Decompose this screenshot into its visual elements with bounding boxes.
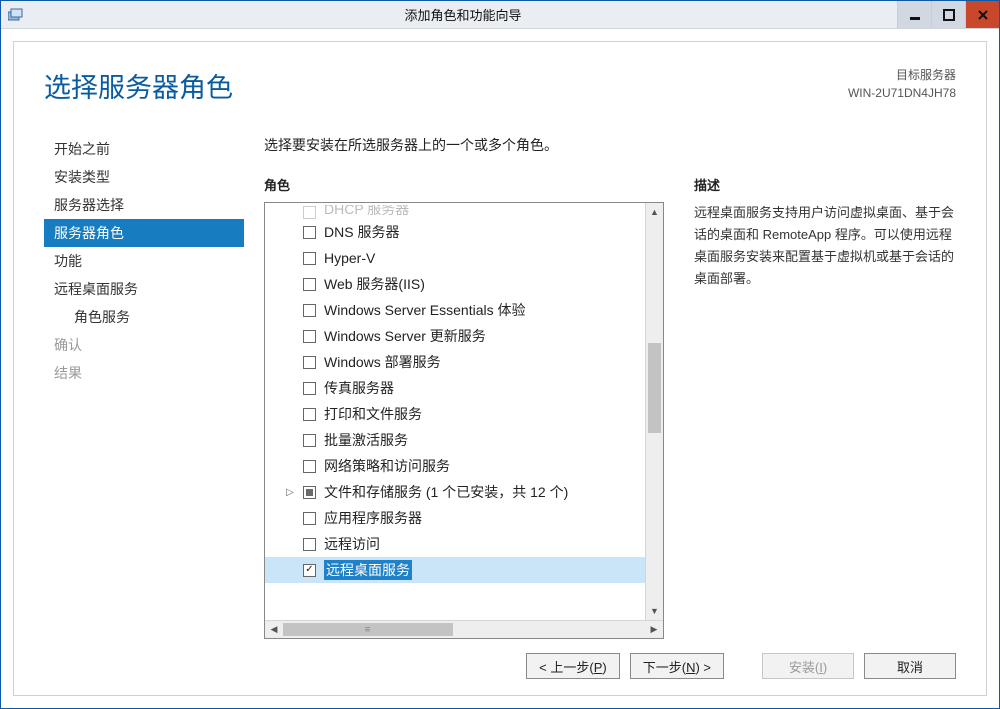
scroll-up-icon[interactable]: ▲ — [646, 203, 663, 221]
roles-panel: 角色 DHCP 服务器 DNS 服务器 Hyper-V Web 服务器(IIS) Win… — [264, 175, 664, 639]
target-info: 目标服务器 WIN-2U71DN4JH78 — [848, 66, 956, 102]
role-row[interactable]: Windows 部署服务 — [265, 349, 645, 375]
role-row[interactable]: ▷ 文件和存储服务 (1 个已安装，共 12 个) — [265, 479, 645, 505]
titlebar: 添加角色和功能向导 — [1, 1, 999, 29]
role-row[interactable]: Windows Server Essentials 体验 — [265, 297, 645, 323]
footer-buttons: < 上一步(P) 下一步(N) > 安装(I) 取消 — [44, 639, 956, 679]
previous-button[interactable]: < 上一步(P) — [526, 653, 620, 679]
role-label: Hyper-V — [324, 250, 375, 266]
checkbox[interactable] — [303, 564, 316, 577]
role-label: 文件和存储服务 (1 个已安装，共 12 个) — [324, 482, 568, 502]
checkbox[interactable] — [303, 206, 316, 219]
nav-item-5[interactable]: 远程桌面服务 — [44, 275, 244, 303]
role-row[interactable]: DHCP 服务器 — [265, 205, 645, 219]
role-label: Windows Server Essentials 体验 — [324, 300, 526, 320]
nav-item-1[interactable]: 安装类型 — [44, 163, 244, 191]
checkbox[interactable] — [303, 486, 316, 499]
horizontal-scrollbar[interactable]: ◀ ≡ ▶ — [265, 620, 663, 638]
checkbox[interactable] — [303, 460, 316, 473]
checkbox[interactable] — [303, 408, 316, 421]
close-button[interactable] — [965, 1, 999, 28]
role-row[interactable]: Web 服务器(IIS) — [265, 271, 645, 297]
role-row[interactable]: DNS 服务器 — [265, 219, 645, 245]
role-label: 网络策略和访问服务 — [324, 456, 450, 476]
window-buttons — [897, 1, 999, 28]
checkbox[interactable] — [303, 512, 316, 525]
role-label: 应用程序服务器 — [324, 508, 422, 528]
role-row[interactable]: 远程桌面服务 — [265, 557, 645, 583]
window-title: 添加角色和功能向导 — [29, 5, 897, 24]
checkbox[interactable] — [303, 278, 316, 291]
role-row[interactable]: Hyper-V — [265, 245, 645, 271]
roles-list[interactable]: DHCP 服务器 DNS 服务器 Hyper-V Web 服务器(IIS) Window… — [265, 203, 645, 620]
nav-item-6[interactable]: 角色服务 — [44, 303, 244, 331]
nav-item-3[interactable]: 服务器角色 — [44, 219, 244, 247]
role-label: DNS 服务器 — [324, 222, 399, 242]
role-row[interactable]: 打印和文件服务 — [265, 401, 645, 427]
app-icon — [1, 8, 29, 21]
checkbox[interactable] — [303, 434, 316, 447]
content: 选择服务器角色 目标服务器 WIN-2U71DN4JH78 开始之前安装类型服务… — [1, 29, 999, 708]
minimize-button[interactable] — [897, 1, 931, 28]
scroll-thumb[interactable] — [648, 343, 661, 433]
main-panel: 选择要安装在所选服务器上的一个或多个角色。 角色 DHCP 服务器 DNS 服务器… — [264, 135, 956, 639]
role-row[interactable]: 批量激活服务 — [265, 427, 645, 453]
role-row[interactable]: 应用程序服务器 — [265, 505, 645, 531]
inner-panel: 选择服务器角色 目标服务器 WIN-2U71DN4JH78 开始之前安装类型服务… — [13, 41, 987, 696]
checkbox[interactable] — [303, 538, 316, 551]
instruction-text: 选择要安装在所选服务器上的一个或多个角色。 — [264, 135, 956, 155]
checkbox[interactable] — [303, 356, 316, 369]
role-label: Windows 部署服务 — [324, 352, 441, 372]
role-row[interactable]: 传真服务器 — [265, 375, 645, 401]
nav-item-8: 结果 — [44, 359, 244, 387]
role-label: 传真服务器 — [324, 378, 394, 398]
maximize-button[interactable] — [931, 1, 965, 28]
role-label: 远程桌面服务 — [324, 560, 412, 580]
checkbox[interactable] — [303, 330, 316, 343]
scroll-left-icon[interactable]: ◀ — [265, 624, 283, 635]
description-label: 描述 — [694, 175, 956, 194]
role-label: DHCP 服务器 — [324, 205, 409, 219]
checkbox[interactable] — [303, 252, 316, 265]
next-button[interactable]: 下一步(N) > — [630, 653, 724, 679]
target-name: WIN-2U71DN4JH78 — [848, 84, 956, 102]
role-label: 远程访问 — [324, 534, 380, 554]
description-text: 远程桌面服务支持用户访问虚拟桌面、基于会话的桌面和 RemoteApp 程序。可… — [694, 202, 956, 290]
nav-sidebar: 开始之前安装类型服务器选择服务器角色功能远程桌面服务角色服务确认结果 — [44, 135, 244, 639]
cancel-button[interactable]: 取消 — [864, 653, 956, 679]
checkbox[interactable] — [303, 382, 316, 395]
role-row[interactable]: 网络策略和访问服务 — [265, 453, 645, 479]
roles-listbox: DHCP 服务器 DNS 服务器 Hyper-V Web 服务器(IIS) Window… — [264, 202, 664, 639]
expand-icon[interactable]: ▷ — [285, 487, 295, 498]
role-label: 打印和文件服务 — [324, 404, 422, 424]
install-button: 安装(I) — [762, 653, 854, 679]
checkbox[interactable] — [303, 304, 316, 317]
nav-item-4[interactable]: 功能 — [44, 247, 244, 275]
role-row[interactable]: 远程访问 — [265, 531, 645, 557]
checkbox[interactable] — [303, 226, 316, 239]
role-label: Web 服务器(IIS) — [324, 274, 425, 294]
nav-item-7: 确认 — [44, 331, 244, 359]
role-label: Windows Server 更新服务 — [324, 326, 486, 346]
hscroll-thumb[interactable]: ≡ — [283, 623, 453, 636]
wizard-window: 添加角色和功能向导 选择服务器角色 目标服务器 WIN-2U71DN4JH78 — [0, 0, 1000, 709]
scroll-right-icon[interactable]: ▶ — [645, 624, 663, 635]
roles-label: 角色 — [264, 175, 664, 194]
page-title: 选择服务器角色 — [44, 66, 233, 105]
nav-item-2[interactable]: 服务器选择 — [44, 191, 244, 219]
scroll-down-icon[interactable]: ▼ — [646, 602, 663, 620]
role-label: 批量激活服务 — [324, 430, 408, 450]
vertical-scrollbar[interactable]: ▲ ▼ — [645, 203, 663, 620]
nav-item-0[interactable]: 开始之前 — [44, 135, 244, 163]
role-row[interactable]: Windows Server 更新服务 — [265, 323, 645, 349]
target-label: 目标服务器 — [848, 66, 956, 84]
description-panel: 描述 远程桌面服务支持用户访问虚拟桌面、基于会话的桌面和 RemoteApp 程… — [694, 175, 956, 639]
